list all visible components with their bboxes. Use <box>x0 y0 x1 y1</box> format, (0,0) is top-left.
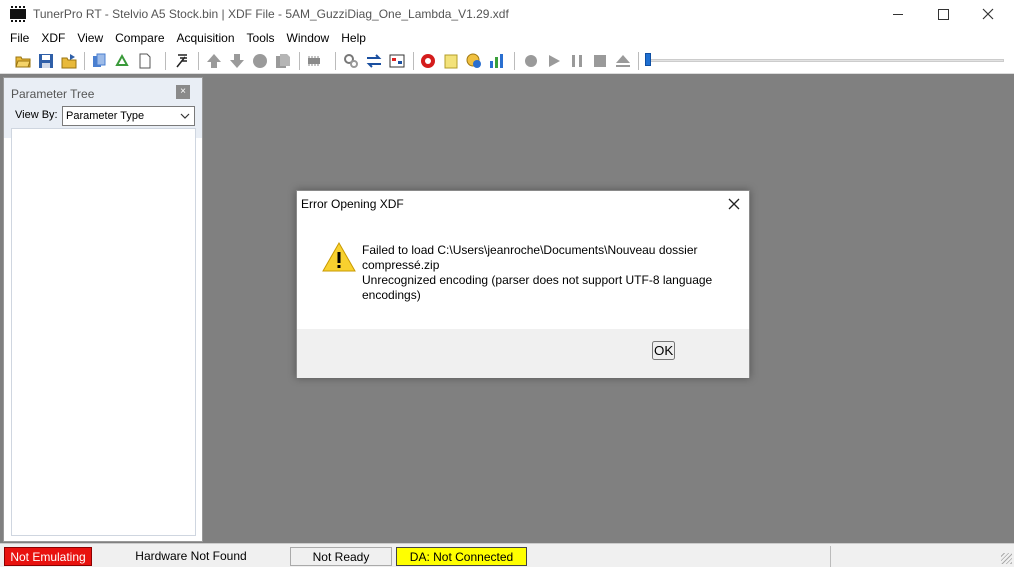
load-xdf-icon[interactable] <box>91 53 107 69</box>
stop-icon[interactable] <box>592 53 608 69</box>
maximize-button[interactable] <box>920 0 966 28</box>
tuning-fork-icon[interactable] <box>174 53 190 69</box>
notepad-icon[interactable] <box>443 53 459 69</box>
view-by-value: Parameter Type <box>66 110 145 122</box>
window-title: TunerPro RT - Stelvio A5 Stock.bin | XDF… <box>33 7 509 21</box>
save-as-icon[interactable] <box>61 53 77 69</box>
emulation-status: Not Emulating <box>4 547 92 566</box>
da-status: DA: Not Connected <box>396 547 527 566</box>
menu-bar: File XDF View Compare Acquisition Tools … <box>0 28 1014 48</box>
save-icon[interactable] <box>38 53 54 69</box>
recycle-icon[interactable] <box>114 53 130 69</box>
toolbar-separator <box>335 52 336 70</box>
toolbar-separator <box>638 52 639 70</box>
copy-icon[interactable] <box>275 53 291 69</box>
open-folder-icon[interactable] <box>15 53 31 69</box>
status-separator <box>830 546 831 567</box>
warning-icon <box>322 241 356 272</box>
dialog-message: Failed to load C:\Users\jeanroche\Docume… <box>362 243 732 303</box>
toolbar-separator <box>413 52 414 70</box>
record-red-icon[interactable] <box>420 53 436 69</box>
dialog-footer <box>297 329 749 378</box>
minimize-button[interactable] <box>875 0 921 28</box>
panel-close-button[interactable]: × <box>176 85 190 99</box>
dialog-close-icon[interactable] <box>727 197 741 211</box>
menu-compare[interactable]: Compare <box>109 28 170 48</box>
view-by-select[interactable]: Parameter Type <box>62 106 195 126</box>
status-bar: Not Emulating Hardware Not Found Not Rea… <box>0 543 1014 567</box>
new-document-icon[interactable] <box>137 53 153 69</box>
close-icon <box>982 8 994 20</box>
menu-acquisition[interactable]: Acquisition <box>171 28 241 48</box>
menu-xdf[interactable]: XDF <box>35 28 71 48</box>
menu-window[interactable]: Window <box>281 28 336 48</box>
menu-file[interactable]: File <box>4 28 35 48</box>
panel-title: Parameter Tree <box>11 87 95 101</box>
hex-editor-icon[interactable] <box>389 53 405 69</box>
dialog-title: Error Opening XDF <box>301 197 404 211</box>
arrow-down-icon[interactable] <box>229 53 245 69</box>
parameter-tree-panel: Parameter Tree × View By: Parameter Type <box>3 77 203 542</box>
menu-tools[interactable]: Tools <box>241 28 281 48</box>
hardware-status: Hardware Not Found <box>135 549 247 563</box>
playback-slider-track[interactable] <box>648 59 1004 62</box>
app-chip-icon <box>10 6 26 22</box>
eject-icon[interactable] <box>615 53 631 69</box>
resize-grip[interactable] <box>1001 553 1012 564</box>
title-bar: TunerPro RT - Stelvio A5 Stock.bin | XDF… <box>0 0 1014 28</box>
play-icon[interactable] <box>546 53 562 69</box>
playback-slider-thumb[interactable] <box>645 53 651 66</box>
toolbar-separator <box>198 52 199 70</box>
bar-chart-icon[interactable] <box>489 53 505 69</box>
toolbar-separator <box>514 52 515 70</box>
circle-icon[interactable] <box>252 53 268 69</box>
error-dialog: Error Opening XDF Failed to load C:\User… <box>296 190 750 378</box>
menu-help[interactable]: Help <box>335 28 372 48</box>
dialog-message-line1: Failed to load C:\Users\jeanroche\Docume… <box>362 243 698 272</box>
view-by-label: View By: <box>15 109 58 121</box>
parameter-tree[interactable] <box>11 128 196 536</box>
globe-info-icon[interactable] <box>466 53 482 69</box>
gears-icon[interactable] <box>343 53 359 69</box>
swap-icon[interactable] <box>366 53 382 69</box>
dialog-message-line2: Unrecognized encoding (parser does not s… <box>362 273 713 302</box>
close-window-button[interactable] <box>965 0 1011 28</box>
chevron-down-icon <box>180 113 190 119</box>
ok-button[interactable]: OK <box>652 341 676 360</box>
pause-icon[interactable] <box>569 53 585 69</box>
toolbar-separator <box>299 52 300 70</box>
toolbar-separator <box>165 52 166 70</box>
ready-status: Not Ready <box>290 547 392 566</box>
toolbar-separator <box>84 52 85 70</box>
menu-view[interactable]: View <box>71 28 109 48</box>
record-icon[interactable] <box>523 53 539 69</box>
chip-icon[interactable] <box>306 53 322 69</box>
arrow-up-icon[interactable] <box>206 53 222 69</box>
